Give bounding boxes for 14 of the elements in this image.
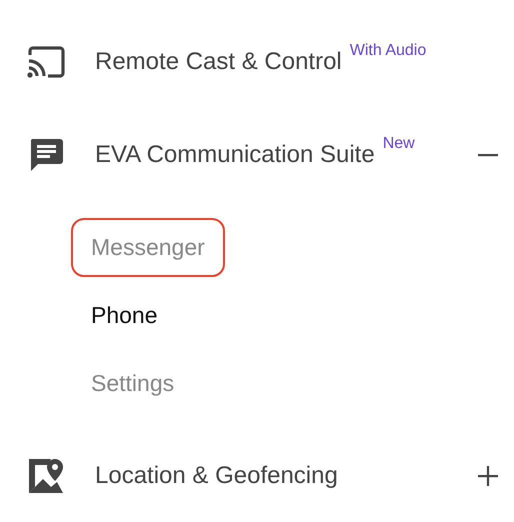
expand-toggle[interactable] <box>478 466 498 486</box>
cast-icon <box>26 45 66 79</box>
menu-item[interactable]: Remote Cast & Control <box>95 48 342 76</box>
plus-icon <box>478 466 498 486</box>
feature-label: New <box>382 135 415 153</box>
submenu-item[interactable]: Messenger <box>71 218 225 276</box>
menu-item[interactable]: Location & Geofencing <box>95 462 338 490</box>
menu-item[interactable]: EVA Communication Suite <box>95 141 375 169</box>
chat-icon <box>28 137 64 173</box>
map-pin-icon <box>27 457 65 495</box>
submenu-item[interactable]: Phone <box>71 286 178 344</box>
submenu-item[interactable]: Settings <box>71 354 194 412</box>
feature-label: With Audio <box>350 42 426 60</box>
minus-icon <box>478 154 498 156</box>
